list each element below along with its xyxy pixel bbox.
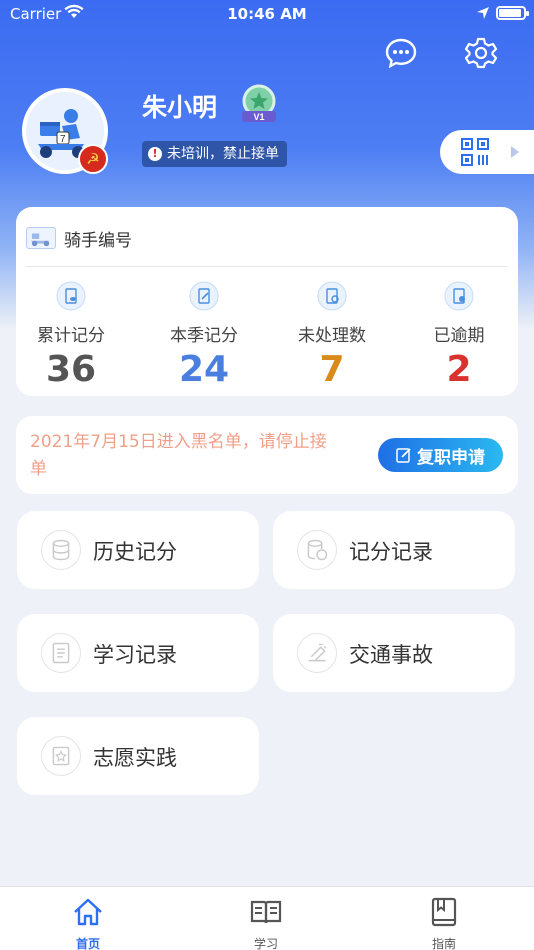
message-icon[interactable] <box>384 36 418 70</box>
training-warning-text: 未培训，禁止接单 <box>167 146 279 162</box>
menu-history-points[interactable]: 历史记分 <box>17 511 259 589</box>
user-name: 朱小明 <box>142 93 218 122</box>
book-open-icon <box>250 900 282 924</box>
menu-label: 历史记分 <box>93 540 177 564</box>
rider-id-row: 骑手编号 <box>26 225 132 251</box>
stat-value: 2 <box>446 349 472 390</box>
status-bar: Carrier 10:46 AM <box>0 0 534 28</box>
total-points-icon <box>56 281 86 311</box>
chevron-right-icon <box>511 146 519 158</box>
menu-volunteer-practice[interactable]: 志愿实践 <box>17 717 259 795</box>
level-badge-icon: V1 <box>242 84 276 122</box>
edit-icon <box>396 448 411 463</box>
stat-label: 累计记分 <box>37 326 105 346</box>
warning-icon: ! <box>148 147 162 161</box>
settings-gear-icon[interactable] <box>464 36 498 70</box>
level-label: V1 <box>253 112 264 122</box>
menu-label: 记分记录 <box>349 540 433 564</box>
stat-unprocessed[interactable]: 未处理数 7 <box>272 281 392 390</box>
stat-value: 7 <box>319 349 345 390</box>
menu-label: 志愿实践 <box>93 746 177 770</box>
menu-study-records[interactable]: 学习记录 <box>17 614 259 692</box>
notebook-icon <box>41 633 81 673</box>
stat-label: 本季记分 <box>170 326 238 346</box>
blacklist-notice: 2021年7月15日进入黑名单，请停止接单 复职申请 <box>16 416 518 494</box>
battery-icon <box>496 6 529 20</box>
menu-traffic-accident[interactable]: 交通事故 <box>273 614 515 692</box>
menu-label: 学习记录 <box>93 643 177 667</box>
reinstatement-apply-label: 复职申请 <box>417 447 485 468</box>
rider-scooter-icon <box>26 227 56 249</box>
tab-home[interactable]: 首页 <box>38 897 138 950</box>
party-emblem-icon: ☭ <box>78 144 108 174</box>
unprocessed-icon <box>317 281 347 311</box>
overdue-icon <box>444 281 474 311</box>
menu-score-records[interactable]: 记分记录 <box>273 511 515 589</box>
divider <box>26 266 508 267</box>
location-arrow-icon <box>477 7 489 19</box>
menu-label: 交通事故 <box>349 643 433 667</box>
stat-overdue[interactable]: 已逾期 2 <box>399 281 519 390</box>
home-icon <box>74 898 102 926</box>
stat-season-points[interactable]: 本季记分 24 <box>144 281 264 390</box>
blacklist-notice-text: 2021年7月15日进入黑名单，请停止接单 <box>30 432 327 479</box>
reinstatement-apply-button[interactable]: 复职申请 <box>378 438 503 472</box>
score-record-icon <box>297 530 337 570</box>
bottom-tab-bar: 首页 学习 指南 <box>0 886 534 950</box>
tab-label: 学习 <box>253 937 278 950</box>
tab-label: 指南 <box>431 937 456 950</box>
qr-code-button[interactable] <box>440 130 534 174</box>
rider-id-label: 骑手编号 <box>64 230 132 251</box>
stat-value: 24 <box>178 349 230 390</box>
stat-label: 未处理数 <box>298 326 366 346</box>
season-points-icon <box>189 281 219 311</box>
stats-card: 骑手编号 累计记分 36 本季记分 24 未处理数 7 已逾期 2 <box>16 207 518 396</box>
stat-label: 已逾期 <box>433 326 485 346</box>
tab-label: 首页 <box>75 937 100 950</box>
stat-value: 36 <box>45 349 97 390</box>
tab-guide[interactable]: 指南 <box>394 897 494 950</box>
clock: 10:46 AM <box>227 5 307 23</box>
volunteer-icon <box>41 736 81 776</box>
stat-total-points[interactable]: 累计记分 36 <box>11 281 131 390</box>
training-warning-badge: ! 未培训，禁止接单 <box>142 141 287 167</box>
guide-book-icon <box>431 897 457 927</box>
svg-text:7: 7 <box>60 134 66 145</box>
accident-icon <box>297 633 337 673</box>
database-icon <box>41 530 81 570</box>
tab-study[interactable]: 学习 <box>216 897 316 950</box>
qr-code-icon <box>461 138 489 166</box>
